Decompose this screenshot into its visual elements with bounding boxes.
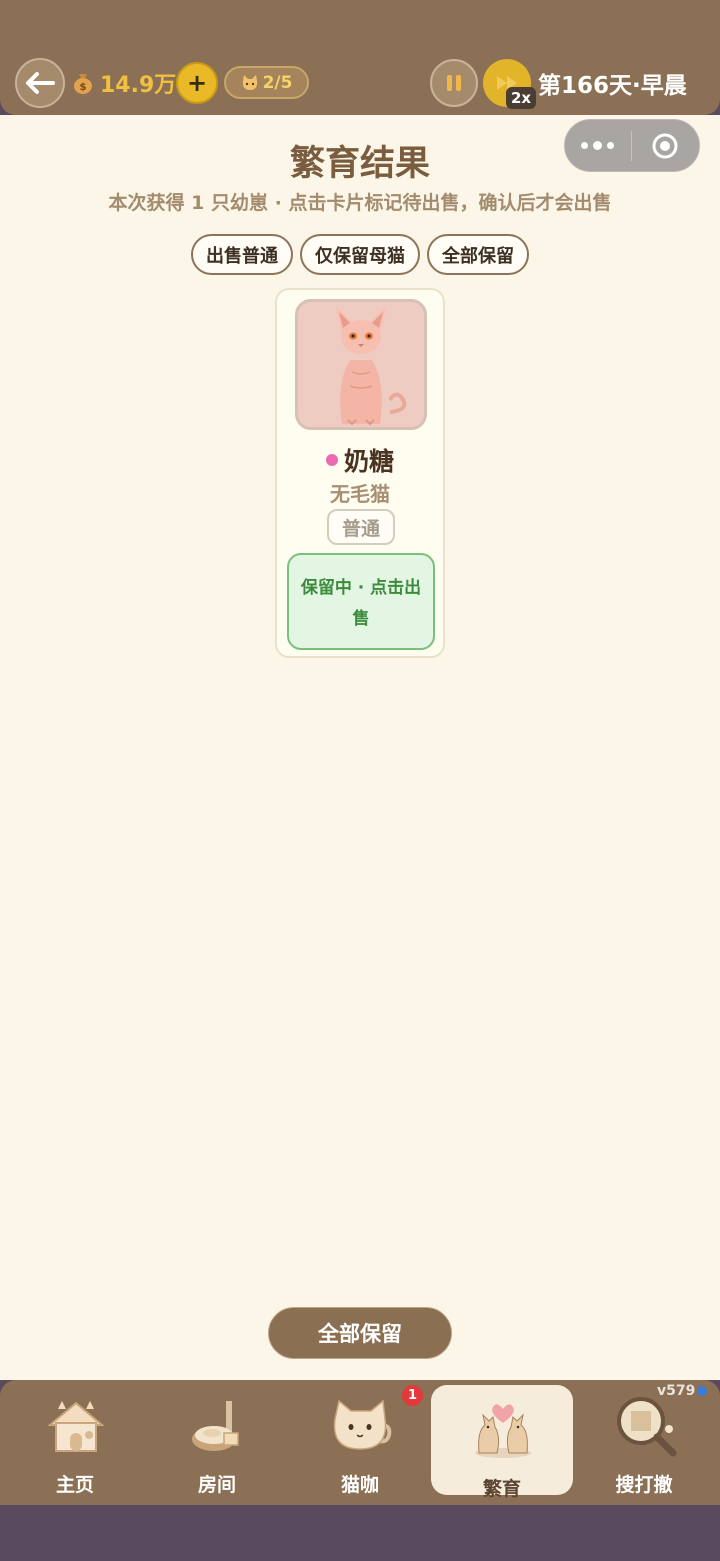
- money-value: 14.9万: [100, 73, 177, 98]
- sell-normal-button[interactable]: 出售普通: [191, 234, 293, 275]
- keep-female-only-button[interactable]: 仅保留母猫: [300, 234, 420, 275]
- cat-count-value: 2/5: [262, 72, 293, 93]
- bottom-nav: 主页 房间 猫咖 繁育 搜打撤: [0, 1380, 720, 1505]
- page-subtitle: 本次获得 1 只幼崽 · 点击卡片标记待出售，确认后才会出售: [108, 192, 612, 214]
- nav-label-home: 主页: [55, 1474, 94, 1496]
- version-label: v579: [657, 1383, 708, 1399]
- add-money-button[interactable]: +: [176, 62, 218, 104]
- money-display: $ 14.9万: [72, 67, 176, 99]
- nav-label-room: 房间: [197, 1474, 236, 1496]
- cat-face-icon: [242, 74, 257, 90]
- sphynx-cat-illustration: [298, 302, 424, 427]
- kitten-name-row: 奶糖: [277, 442, 443, 478]
- version-text: v579: [657, 1383, 696, 1399]
- page-title: 繁育结果: [289, 144, 430, 184]
- cat-cafe-icon: [333, 1399, 392, 1450]
- cat-count-badge[interactable]: 2/5: [224, 66, 309, 99]
- nav-label-search: 搜打撤: [615, 1474, 673, 1496]
- nav-label-cat-cafe: 猫咖: [340, 1474, 379, 1496]
- keep-all-filter-button[interactable]: 全部保留: [427, 234, 529, 275]
- kitten-image: [295, 299, 427, 430]
- nav-label-breeding: 繁育: [482, 1478, 521, 1500]
- kitten-breed: 无毛猫: [330, 482, 390, 506]
- rarity-badge: 普通: [327, 509, 395, 545]
- notification-badge: 1: [402, 1385, 423, 1406]
- breeding-icon: [475, 1404, 531, 1458]
- day-label: 第166天·早晨: [538, 73, 687, 99]
- svg-text:$: $: [80, 82, 87, 93]
- kitten-name: 奶糖: [343, 447, 394, 476]
- back-arrow-icon: [26, 72, 55, 94]
- keep-all-confirm-button[interactable]: 全部保留: [268, 1307, 452, 1359]
- plus-icon: +: [186, 69, 208, 97]
- back-button[interactable]: [15, 58, 65, 108]
- nav-item-home[interactable]: 主页: [4, 1380, 146, 1500]
- female-dot-icon: [325, 454, 338, 466]
- nav-item-room[interactable]: 房间: [146, 1380, 288, 1500]
- keep-sell-toggle-button[interactable]: 保留中 · 点击出售: [287, 553, 435, 650]
- filter-row: 出售普通 仅保留母猫 全部保留: [0, 234, 720, 275]
- pause-button[interactable]: [430, 59, 478, 107]
- pause-icon: [447, 75, 461, 91]
- room-icon: [192, 1401, 239, 1451]
- house-icon: [47, 1401, 105, 1452]
- money-bag-icon: $: [74, 74, 92, 94]
- kitten-card[interactable]: 奶糖 无毛猫 普通 保留中 · 点击出售: [275, 288, 445, 658]
- magnifier-icon: [617, 1397, 677, 1457]
- version-dot-icon: [697, 1386, 708, 1396]
- nav-item-breeding[interactable]: 繁育: [431, 1385, 573, 1500]
- speed-badge: 2x: [506, 87, 536, 109]
